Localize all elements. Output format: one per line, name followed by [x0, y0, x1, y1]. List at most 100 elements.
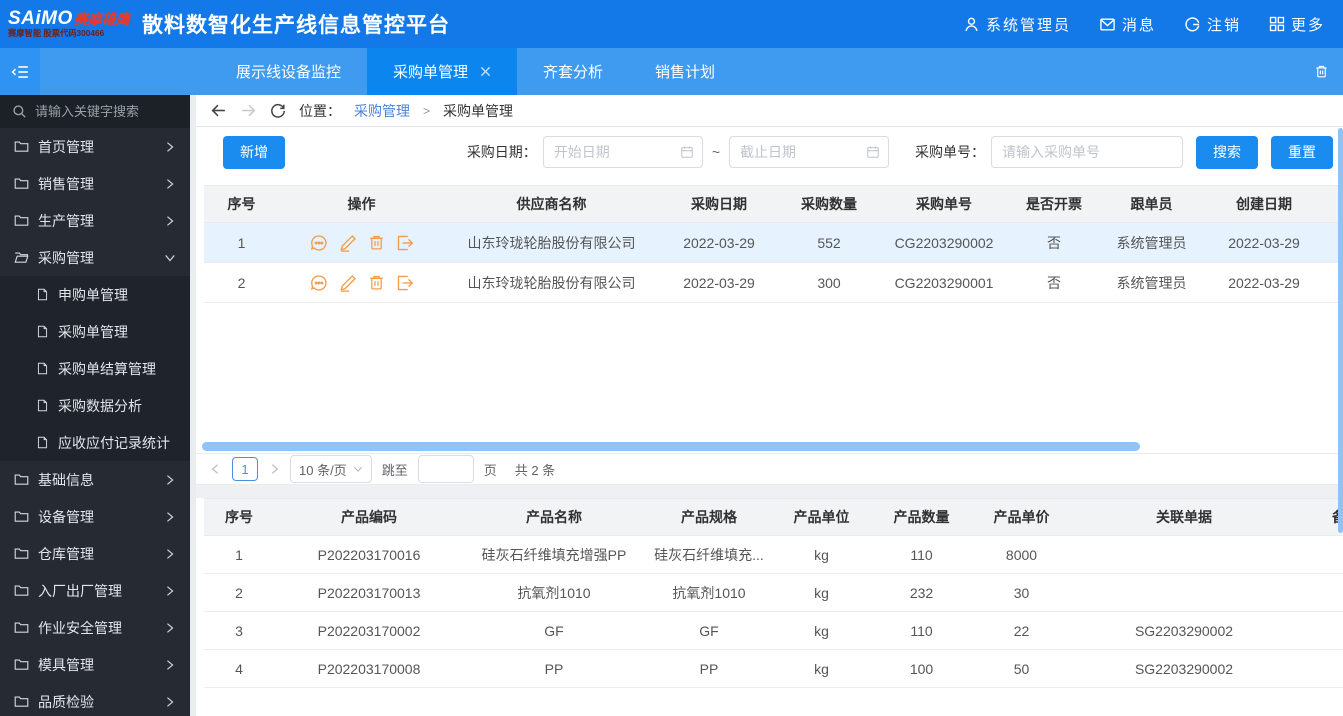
- order-no-input[interactable]: [992, 144, 1182, 160]
- col-invoiced: 是否开票: [1026, 196, 1082, 212]
- cell-product-unit: kg: [814, 622, 829, 639]
- cell-product-unit: kg: [814, 584, 829, 601]
- total-count: 共 2 条: [514, 462, 556, 478]
- start-date-input[interactable]: [543, 144, 702, 160]
- sidebar-search[interactable]: [0, 95, 190, 128]
- sidebar-item-equipment[interactable]: 设备管理: [0, 498, 190, 535]
- folder-icon: [14, 694, 29, 709]
- jump-page-input[interactable]: [417, 455, 474, 483]
- procurement-submenu: 申购单管理 采购单管理 采购单结算管理 采购数据分析 应收应付记录统计: [0, 276, 190, 461]
- comment-icon[interactable]: [310, 274, 328, 292]
- cell-product-qty: 110: [910, 622, 933, 639]
- col-product-unit: 产品单位: [793, 509, 850, 525]
- sidebar-item-quality[interactable]: 品质检验: [0, 683, 190, 716]
- sidebar-item-procurement[interactable]: 采购管理: [0, 239, 190, 276]
- add-button[interactable]: 新增: [223, 135, 285, 169]
- sidebar-subitem-receivable-payable[interactable]: 应收应付记录统计: [0, 424, 190, 461]
- header-menu: 系统管理员 消息 注销 更多: [963, 14, 1325, 35]
- collapse-sidebar-button[interactable]: [0, 48, 40, 95]
- breadcrumb: 位置： 采购管理 > 采购单管理: [196, 95, 1343, 127]
- cell-product-price: 22: [1013, 622, 1030, 639]
- sidebar-item-mold[interactable]: 模具管理: [0, 646, 190, 683]
- product-row-3[interactable]: 3 P202203170002 GF GF kg 110 22 SG220329…: [204, 612, 1343, 650]
- chevron-right-icon: [164, 141, 176, 153]
- end-date-input[interactable]: [730, 144, 888, 160]
- tab-display-line-monitor[interactable]: 展示线设备监控: [210, 48, 367, 95]
- cell-product-code: P202203170002: [317, 622, 421, 639]
- row-actions: [279, 274, 444, 292]
- filter-controls: 采购日期： ~ 采购单号： 搜索 重置: [467, 135, 1333, 169]
- vertical-scrollbar-thumb[interactable]: [1338, 128, 1343, 533]
- chevron-right-icon: [164, 215, 176, 227]
- cell-created: 2022-03-29: [1228, 274, 1300, 291]
- tab-kitting-analysis[interactable]: 齐套分析: [517, 48, 629, 95]
- back-icon[interactable]: [210, 102, 227, 119]
- reset-button[interactable]: 重置: [1271, 135, 1333, 169]
- page-size-select[interactable]: 10 条/页: [290, 455, 372, 483]
- col-product-code: 产品编码: [341, 509, 397, 525]
- cell-follower: 系统管理员: [1116, 234, 1187, 251]
- current-user[interactable]: 系统管理员: [963, 14, 1071, 35]
- col-seq: 序号: [227, 196, 256, 212]
- breadcrumb-location-label: 位置：: [299, 102, 341, 119]
- export-icon[interactable]: [396, 234, 414, 252]
- cell-product-unit: kg: [814, 546, 829, 563]
- row-actions: [279, 234, 444, 252]
- file-icon: [36, 362, 49, 375]
- sidebar-item-sales[interactable]: 销售管理: [0, 165, 190, 202]
- open-tabs: 展示线设备监控 采购单管理 齐套分析 销售计划: [210, 48, 741, 95]
- horizontal-scrollbar[interactable]: [202, 440, 1339, 453]
- sidebar-item-entry-exit[interactable]: 入厂出厂管理: [0, 572, 190, 609]
- chevron-right-icon: [164, 622, 176, 634]
- clear-tabs-trash-icon[interactable]: [1314, 64, 1329, 79]
- sidebar-item-warehouse[interactable]: 仓库管理: [0, 535, 190, 572]
- delete-icon[interactable]: [368, 274, 385, 291]
- forward-icon[interactable]: [240, 102, 257, 119]
- order-row-2[interactable]: 2 山东玲珑轮胎股份有限公司 2022-03-29 300 CG22032900…: [204, 263, 1339, 303]
- messages-button[interactable]: 消息: [1099, 14, 1156, 35]
- sidebar-subitem-purchase-order[interactable]: 采购单管理: [0, 313, 190, 350]
- calendar-icon: [866, 145, 880, 159]
- product-row-1[interactable]: 1 P202203170016 硅灰石纤维填充增强PP 硅灰石纤维填充... k…: [204, 536, 1343, 574]
- cell-product-name: 硅灰石纤维填充增强PP: [481, 546, 627, 563]
- order-no-field[interactable]: [991, 136, 1183, 168]
- sidebar-item-work-safety[interactable]: 作业安全管理: [0, 609, 190, 646]
- search-button[interactable]: 搜索: [1196, 135, 1258, 169]
- start-date-field[interactable]: [542, 136, 703, 168]
- comment-icon[interactable]: [310, 234, 328, 252]
- refresh-icon[interactable]: [270, 103, 286, 119]
- sidebar-subitem-purchase-analysis[interactable]: 采购数据分析: [0, 387, 190, 424]
- end-date-field[interactable]: [729, 136, 889, 168]
- delete-icon[interactable]: [368, 234, 385, 251]
- caret-down-icon: [353, 464, 363, 474]
- cell-product-unit: kg: [814, 660, 829, 677]
- horizontal-scrollbar-thumb[interactable]: [202, 442, 1140, 451]
- next-page-icon[interactable]: [268, 463, 280, 475]
- sidebar-item-production[interactable]: 生产管理: [0, 202, 190, 239]
- tab-purchase-order[interactable]: 采购单管理: [367, 48, 518, 95]
- sidebar-item-basic-info[interactable]: 基础信息: [0, 461, 190, 498]
- cell-product-name: GF: [544, 622, 564, 639]
- sidebar-item-homepage[interactable]: 首页管理: [0, 128, 190, 165]
- more-button[interactable]: 更多: [1269, 14, 1325, 35]
- sidebar-subitem-purchase-settlement[interactable]: 采购单结算管理: [0, 350, 190, 387]
- product-row-2[interactable]: 2 P202203170013 抗氧剂1010 抗氧剂1010 kg 232 3…: [204, 574, 1343, 612]
- tab-sales-plan[interactable]: 销售计划: [629, 48, 741, 95]
- col-seq: 序号: [225, 509, 253, 525]
- app-header: SAiMO赛摩雄鹰 赛摩智能 股票代码300466 散料数智化生产线信息管控平台…: [0, 0, 1343, 48]
- cell-product-name: 抗氧剂1010: [517, 584, 591, 601]
- edit-icon[interactable]: [339, 274, 357, 292]
- sidebar-subitem-purchase-request[interactable]: 申购单管理: [0, 276, 190, 313]
- close-tab-icon[interactable]: [480, 66, 491, 77]
- logout-button[interactable]: 注销: [1184, 14, 1241, 35]
- user-icon: [963, 16, 980, 33]
- order-row-1[interactable]: 1 山东玲珑轮胎股份有限公司 2022-03-29 552 CG22032900…: [204, 223, 1339, 263]
- search-input[interactable]: [35, 104, 175, 119]
- product-row-4[interactable]: 4 P202203170008 PP PP kg 100 50 SG220329…: [204, 650, 1343, 688]
- breadcrumb-parent-link[interactable]: 采购管理: [354, 101, 410, 121]
- prev-page-icon[interactable]: [210, 463, 222, 475]
- edit-icon[interactable]: [339, 234, 357, 252]
- company-logo: SAiMO赛摩雄鹰 赛摩智能 股票代码300466: [8, 9, 136, 38]
- export-icon[interactable]: [396, 274, 414, 292]
- page-number-button[interactable]: 1: [232, 457, 258, 481]
